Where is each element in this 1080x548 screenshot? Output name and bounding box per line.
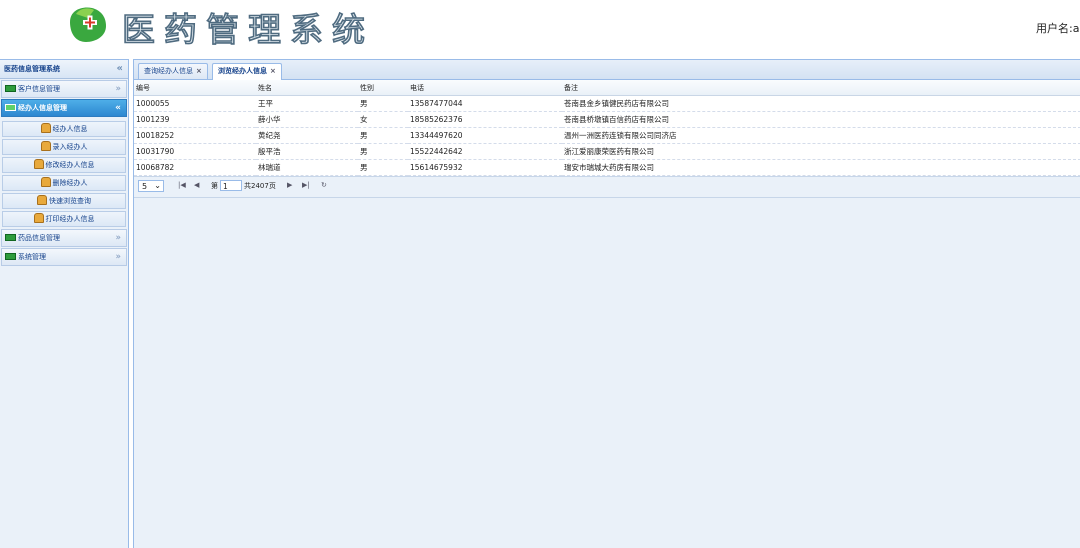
tab-query-agent[interactable]: 查询经办人信息 ×	[138, 63, 208, 79]
agent-icon	[40, 123, 51, 133]
tab-strip: 查询经办人信息 × 浏览经办人信息 ×	[134, 60, 1080, 80]
table-row[interactable]: 10018252 黄纪尧 男 13344497620 温州一洲医药连锁有限公司同…	[134, 127, 1080, 144]
accordion-label: 系统管理	[18, 253, 46, 261]
cell-name: 殷平浩	[256, 143, 358, 160]
agent-icon	[37, 195, 47, 205]
menu-item-label: 修改经办人信息	[45, 161, 95, 169]
cell-remark: 浙江爱丽康荣医药有限公司	[562, 143, 1080, 160]
cell-gender: 女	[358, 111, 408, 128]
cell-gender: 男	[358, 127, 408, 144]
nav-panel-title: 医药信息管理系统	[4, 65, 60, 73]
cell-remark: 苍南县金乡镇健民药店有限公司	[562, 95, 1080, 112]
accordion-agent-info-body: 经办人信息 录入经办人 修改经办人信息 删除经办人 快速浏览查询 打印经办人信息	[0, 117, 128, 228]
cell-id: 10031790	[134, 143, 256, 160]
close-tab-icon[interactable]: ×	[270, 67, 276, 75]
cell-phone: 13344497620	[408, 127, 562, 144]
next-page-icon[interactable]: ▶	[287, 181, 292, 189]
accordion-label: 药品信息管理	[18, 234, 60, 242]
cell-gender: 男	[358, 95, 408, 112]
grid-header-row: 编号 姓名 性别 电话 备注	[134, 80, 1080, 96]
table-row[interactable]: 10068782 林瑞道 男 15614675932 瑞安市瑞城大药房有限公司	[134, 159, 1080, 176]
cell-gender: 男	[358, 159, 408, 176]
cell-phone: 15522442642	[408, 143, 562, 160]
menu-item-label: 打印经办人信息	[45, 215, 95, 223]
section-icon	[5, 233, 16, 241]
cell-remark: 苍南县桥墩镇百信药店有限公司	[562, 111, 1080, 128]
cell-id: 10018252	[134, 127, 256, 144]
section-icon	[5, 84, 16, 92]
accordion-drug-info[interactable]: 药品信息管理 »	[1, 229, 127, 247]
tab-label: 浏览经办人信息	[218, 67, 267, 75]
cell-phone: 13587477044	[408, 95, 562, 112]
collapse-panel-icon[interactable]: «	[117, 60, 123, 78]
section-icon	[5, 103, 16, 111]
accordion-customer-info[interactable]: 客户信息管理 »	[1, 80, 127, 98]
last-page-icon[interactable]: ▶|	[302, 181, 310, 189]
page-number-input[interactable]: 1	[220, 180, 242, 191]
agent-icon	[33, 213, 44, 223]
page-prefix-label: 第	[211, 182, 218, 190]
left-nav-panel: 医药信息管理系统 « 客户信息管理 » 经办人信息管理 « 经办人信息 录入经办…	[0, 59, 129, 548]
cell-phone: 18585262376	[408, 111, 562, 128]
menu-item-label: 快速浏览查询	[49, 197, 91, 205]
cell-remark: 温州一洲医药连锁有限公司同济店	[562, 127, 1080, 144]
column-header-remark[interactable]: 备注	[562, 80, 1080, 96]
menu-item-quick-browse[interactable]: 快速浏览查询	[2, 193, 126, 209]
menu-item-print-agent[interactable]: 打印经办人信息	[2, 211, 126, 227]
first-page-icon[interactable]: |◀	[178, 181, 186, 189]
collapse-chevron-icon: «	[115, 103, 121, 113]
nav-panel-header: 医药信息管理系统 «	[0, 60, 128, 79]
close-tab-icon[interactable]: ×	[196, 67, 202, 75]
accordion-label: 经办人信息管理	[18, 104, 67, 112]
cell-name: 林瑞道	[256, 159, 358, 176]
agent-icon	[40, 177, 51, 187]
menu-item-edit-agent[interactable]: 修改经办人信息	[2, 157, 126, 173]
accordion-label: 客户信息管理	[18, 85, 60, 93]
cell-phone: 15614675932	[408, 159, 562, 176]
column-header-phone[interactable]: 电话	[408, 80, 562, 96]
chevron-down-icon: ⌄	[154, 181, 161, 190]
prev-page-icon[interactable]: ◀	[194, 181, 199, 189]
table-row[interactable]: 1001239 薛小华 女 18585262376 苍南县桥墩镇百信药店有限公司	[134, 111, 1080, 128]
accordion-system-admin[interactable]: 系统管理 »	[1, 248, 127, 266]
cell-id: 1001239	[134, 111, 256, 128]
cell-gender: 男	[358, 143, 408, 160]
cell-id: 10068782	[134, 159, 256, 176]
user-name-label: 用户名:ac	[1036, 22, 1080, 35]
main-content: 查询经办人信息 × 浏览经办人信息 × 编号 姓名 性别 电话 备注 10000…	[133, 59, 1080, 548]
expand-chevron-icon: »	[115, 233, 121, 243]
expand-chevron-icon: »	[115, 252, 121, 262]
menu-item-label: 经办人信息	[52, 125, 88, 133]
refresh-icon[interactable]: ↻	[321, 181, 327, 189]
cell-name: 王平	[256, 95, 358, 112]
menu-item-label: 录入经办人	[52, 143, 88, 151]
menu-item-delete-agent[interactable]: 删除经办人	[2, 175, 126, 191]
page-size-select[interactable]: 5 ⌄	[138, 180, 164, 192]
app-logo-icon	[66, 4, 108, 46]
column-header-id[interactable]: 编号	[134, 80, 256, 96]
column-header-gender[interactable]: 性别	[358, 80, 408, 96]
cell-remark: 瑞安市瑞城大药房有限公司	[562, 159, 1080, 176]
tab-browse-agent[interactable]: 浏览经办人信息 ×	[212, 63, 282, 80]
app-title: 医药管理系统	[121, 9, 374, 50]
table-row[interactable]: 10031790 殷平浩 男 15522442642 浙江爱丽康荣医药有限公司	[134, 143, 1080, 160]
cell-name: 黄纪尧	[256, 127, 358, 144]
expand-chevron-icon: »	[115, 84, 121, 94]
menu-item-agent-info[interactable]: 经办人信息	[2, 121, 126, 137]
agent-icon	[33, 159, 44, 169]
app-header: 医药管理系统 用户名:ac	[0, 0, 1080, 58]
menu-item-label: 删除经办人	[52, 179, 88, 187]
accordion-agent-info[interactable]: 经办人信息管理 «	[1, 99, 127, 117]
agent-icon	[40, 141, 51, 151]
cell-name: 薛小华	[256, 111, 358, 128]
cell-id: 1000055	[134, 95, 256, 112]
tab-label: 查询经办人信息	[144, 67, 193, 75]
column-header-name[interactable]: 姓名	[256, 80, 358, 96]
section-icon	[5, 252, 16, 260]
menu-item-add-agent[interactable]: 录入经办人	[2, 139, 126, 155]
page-size-value: 5	[142, 182, 148, 191]
pagination-bar: 5 ⌄ |◀ ◀ 第 1 共2407页 ▶ ▶| ↻	[134, 176, 1080, 198]
table-row[interactable]: 1000055 王平 男 13587477044 苍南县金乡镇健民药店有限公司	[134, 95, 1080, 112]
total-pages-label: 共2407页	[244, 182, 276, 190]
